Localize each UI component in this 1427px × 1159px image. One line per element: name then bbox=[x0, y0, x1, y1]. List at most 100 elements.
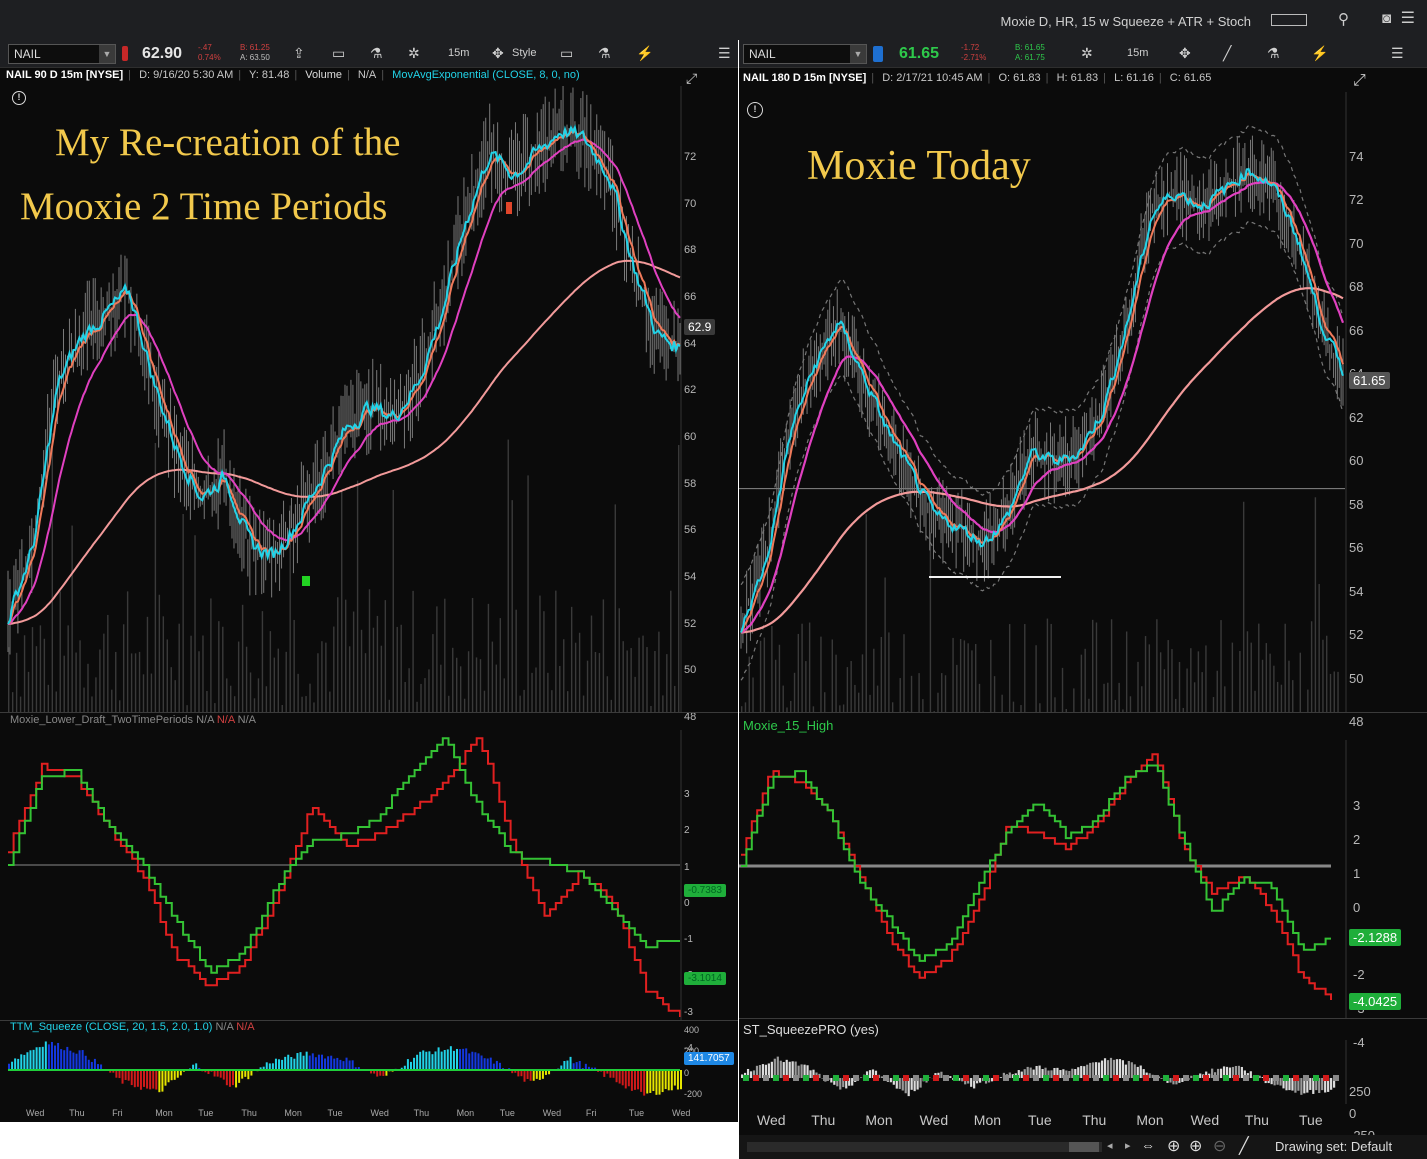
squeeze-histogram-bar bbox=[422, 1050, 425, 1070]
horizontal-scrollbar[interactable] bbox=[747, 1142, 1102, 1152]
volume-bar bbox=[952, 637, 954, 712]
date-tick-label: Thu bbox=[241, 1108, 257, 1118]
flask-icon[interactable]: ⚗ bbox=[1267, 45, 1280, 62]
studies-flask-icon[interactable]: ⚗ bbox=[370, 45, 383, 62]
crosshair-icon[interactable]: ⊕ bbox=[1167, 1136, 1180, 1156]
crosshair-tool-icon[interactable]: ✥ bbox=[492, 45, 504, 62]
date-tick-label: Wed bbox=[26, 1108, 45, 1118]
grid-layout-icon[interactable] bbox=[1271, 14, 1307, 26]
gear-icon[interactable]: ✲ bbox=[408, 45, 420, 62]
left-lower1-title[interactable]: Moxie_Lower_Draft_TwoTimePeriods bbox=[10, 714, 193, 726]
squeeze-histogram-bar bbox=[1100, 1060, 1104, 1078]
volume-bar bbox=[1273, 665, 1275, 712]
squeeze-histogram-bar bbox=[495, 1060, 498, 1070]
squeeze-histogram-bar bbox=[339, 1059, 342, 1070]
left-style-button[interactable]: Style bbox=[512, 47, 536, 59]
squeeze-histogram-bar bbox=[296, 1053, 299, 1070]
right-lower2-title[interactable]: ST_SqueezePRO (yes) bbox=[743, 1022, 879, 1037]
search-icon[interactable]: ⚲ bbox=[1338, 10, 1349, 28]
volume-bar bbox=[396, 626, 398, 712]
left-chart-header[interactable]: NAIL 90 D 15m [NYSE] bbox=[6, 69, 123, 81]
rectangle-tool-icon[interactable]: ▭ bbox=[560, 45, 573, 62]
pane-divider[interactable] bbox=[739, 712, 1427, 713]
pattern-icon[interactable]: ⚡ bbox=[636, 45, 653, 62]
volume-bar bbox=[1035, 645, 1037, 712]
volume-bar bbox=[15, 652, 18, 712]
volume-bar bbox=[831, 639, 833, 712]
axis-tick-label: -2 bbox=[1353, 967, 1365, 983]
left-chart-style-icon[interactable]: ⤢ bbox=[686, 70, 697, 87]
scroll-left-icon[interactable]: ◂ bbox=[1107, 1139, 1113, 1152]
volume-bar bbox=[459, 666, 462, 712]
right-chart-header[interactable]: NAIL 180 D 15m [NYSE] bbox=[743, 72, 866, 84]
right-chart-style-icon[interactable]: ⤢ bbox=[1353, 72, 1366, 90]
right-lower1-title[interactable]: Moxie_15_High bbox=[743, 718, 833, 733]
volume-bar bbox=[778, 644, 781, 712]
volume-bar bbox=[47, 684, 50, 712]
squeeze-histogram-bar bbox=[63, 1050, 66, 1070]
left-symbol-field[interactable]: NAIL ▼ bbox=[8, 44, 116, 64]
right-menu-icon[interactable]: ☰ bbox=[1391, 45, 1404, 62]
squeeze-histogram-bar bbox=[1240, 1066, 1243, 1078]
flask-icon[interactable]: ⚗ bbox=[598, 45, 611, 62]
layout-name[interactable]: Moxie D, HR, 15 w Squeeze + ATR + Stoch bbox=[1001, 14, 1252, 29]
axis-tick-label: 3 bbox=[1353, 798, 1361, 813]
zoom-in-icon[interactable]: ⊕ bbox=[1189, 1136, 1202, 1156]
volume-bar bbox=[801, 623, 803, 712]
date-tick-label: Fri bbox=[112, 1108, 123, 1118]
chevron-down-icon[interactable]: ▼ bbox=[850, 45, 866, 63]
left-lower2-title[interactable]: TTM_Squeeze (CLOSE, 20, 1.5, 2.0, 1.0) bbox=[10, 1021, 212, 1033]
draw-line-icon[interactable]: ╱ bbox=[1223, 45, 1231, 62]
zoom-out-icon[interactable]: ⊖ bbox=[1213, 1136, 1226, 1156]
left-study-label[interactable]: MovAvgExponential (CLOSE, 8, 0, no) bbox=[392, 69, 580, 81]
scroll-right-icon[interactable]: ▸ bbox=[1125, 1139, 1131, 1152]
left-moxie-lower-chart[interactable] bbox=[0, 730, 738, 1020]
gear-icon[interactable]: ✲ bbox=[1081, 45, 1093, 62]
volume-bar bbox=[43, 638, 46, 712]
expand-horizontal-icon[interactable]: ⇔ bbox=[1141, 1137, 1155, 1153]
squeeze-histogram-bar bbox=[880, 1076, 884, 1078]
volume-bar bbox=[744, 702, 747, 712]
squeeze-dot bbox=[893, 1075, 899, 1081]
squeeze-dot bbox=[1243, 1075, 1249, 1081]
scrollbar-thumb[interactable] bbox=[1069, 1142, 1099, 1152]
date-tick-label: Wed bbox=[370, 1108, 389, 1118]
pattern-icon[interactable]: ⚡ bbox=[1311, 45, 1328, 62]
chevron-down-icon[interactable]: ▼ bbox=[99, 45, 115, 63]
volume-bar bbox=[880, 636, 883, 712]
date-tick-label: Mon bbox=[865, 1112, 893, 1128]
volume-bar bbox=[277, 648, 279, 712]
squeeze-histogram-bar bbox=[664, 1070, 667, 1090]
left-timeframe-button[interactable]: 15m bbox=[448, 47, 469, 59]
squeeze-histogram-bar bbox=[627, 1070, 630, 1087]
share-icon[interactable]: ⇪ bbox=[293, 45, 305, 62]
layout-icon[interactable]: ▭ bbox=[332, 45, 345, 62]
crosshair-tool-icon[interactable]: ✥ bbox=[1179, 45, 1191, 62]
volume-bar bbox=[325, 642, 327, 712]
menu-icon[interactable]: ☰ bbox=[1401, 8, 1415, 28]
axis-tick-label: 70 bbox=[684, 197, 697, 210]
left-price-chart[interactable] bbox=[0, 86, 738, 712]
axis-tick-label: 3 bbox=[684, 789, 690, 800]
right-symbol-field[interactable]: NAIL ▼ bbox=[743, 44, 867, 64]
squeeze-histogram-bar bbox=[538, 1070, 541, 1080]
pane-divider-2[interactable] bbox=[739, 1018, 1427, 1019]
squeeze-histogram-bar bbox=[425, 1051, 428, 1070]
volume-bar bbox=[364, 653, 367, 712]
right-squeeze-pro-chart[interactable] bbox=[739, 1040, 1427, 1104]
camera-icon[interactable]: ◙ bbox=[1382, 10, 1391, 27]
volume-bar bbox=[297, 673, 299, 712]
volume-bar bbox=[376, 615, 379, 712]
squeeze-histogram-bar bbox=[483, 1058, 486, 1070]
drawing-set-label[interactable]: Drawing set: Default bbox=[1275, 1139, 1392, 1154]
right-timeframe-button[interactable]: 15m bbox=[1127, 47, 1148, 59]
left-menu-icon[interactable]: ☰ bbox=[718, 45, 731, 62]
left-volume-label[interactable]: Volume bbox=[305, 69, 342, 81]
right-moxie-lower-chart[interactable] bbox=[739, 740, 1427, 1018]
pane-divider[interactable] bbox=[0, 712, 738, 713]
drawing-pencil-icon[interactable]: ╱ bbox=[1239, 1136, 1249, 1156]
left-ttm-squeeze-chart[interactable] bbox=[0, 1034, 738, 1104]
volume-bar bbox=[329, 691, 331, 712]
volume-bar bbox=[11, 692, 14, 712]
right-low: L: 61.16 bbox=[1114, 72, 1154, 84]
